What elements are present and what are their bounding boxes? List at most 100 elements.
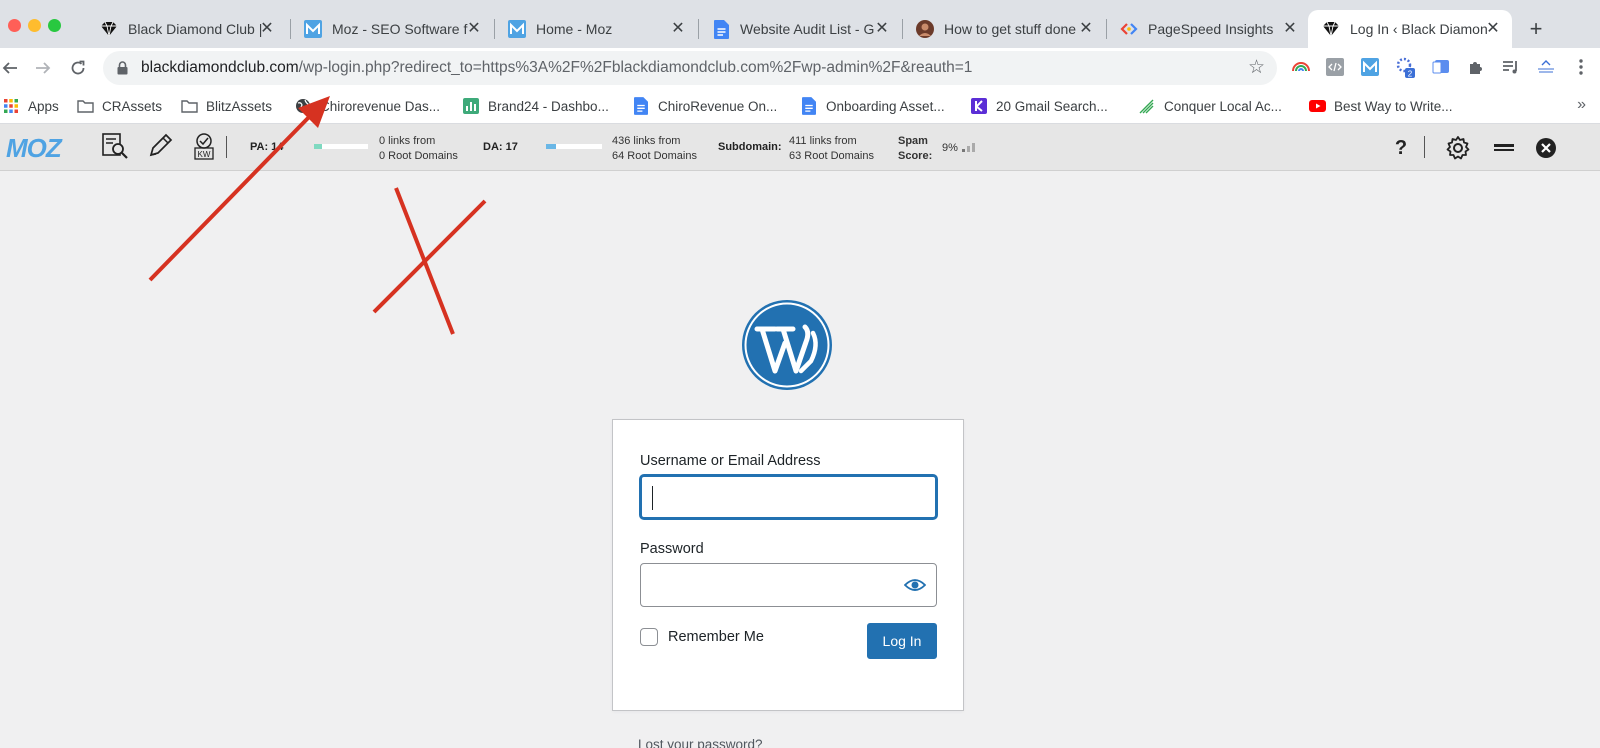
mozbar-separator (226, 136, 227, 158)
forward-button[interactable] (29, 54, 57, 82)
google-docs-icon (632, 97, 650, 115)
close-tab-icon[interactable]: ✕ (1281, 19, 1299, 39)
close-tab-icon[interactable]: ✕ (669, 19, 687, 39)
da-links-line2: 64 Root Domains (612, 150, 697, 162)
bookmark-chirorevenue-onboarding[interactable]: ChiroRevenue On... (632, 94, 777, 118)
login-form: Username or Email Address Password Remem… (612, 419, 964, 711)
tab-home-moz[interactable]: Home - Moz ✕ (494, 10, 697, 48)
username-input[interactable] (640, 475, 937, 519)
k-icon (970, 97, 988, 115)
reload-icon (71, 60, 85, 75)
apps-grid-icon (2, 97, 20, 115)
show-password-eye-icon[interactable] (904, 576, 926, 594)
url-path: /wp-login.php?redirect_to=https%3A%2F%2F… (298, 59, 973, 76)
password-input[interactable] (640, 563, 937, 607)
chrome-menu-icon[interactable] (1570, 56, 1592, 78)
subdomain-label: Subdomain: (718, 141, 782, 153)
close-window-button[interactable] (8, 19, 21, 32)
tab-moz-seo-software[interactable]: Moz - SEO Software f ✕ (290, 10, 493, 48)
gear-icon (1446, 136, 1470, 160)
bookmark-label: Apps (28, 98, 59, 114)
tab-black-diamond-club[interactable]: Black Diamond Club | ✕ (86, 10, 286, 48)
tab-log-in-black-diamond[interactable]: Log In ‹ Black Diamon ✕ (1308, 10, 1512, 48)
tab-website-audit-list[interactable]: Website Audit List - G ✕ (698, 10, 901, 48)
keyword-difficulty-button[interactable]: KW (190, 132, 218, 160)
remember-me-label: Remember Me (668, 629, 764, 645)
back-button[interactable] (0, 54, 24, 82)
tab-strip: Black Diamond Club | ✕ Moz - SEO Softwar… (0, 0, 1600, 48)
username-label: Username or Email Address (640, 453, 821, 469)
folder-icon (180, 97, 198, 115)
spam-signal-icon (962, 143, 975, 152)
media-controls-icon[interactable] (1500, 56, 1522, 78)
chirorevenue-extension-icon[interactable] (1535, 56, 1557, 78)
close-circle-icon (1536, 138, 1556, 158)
page-analysis-button[interactable] (101, 132, 129, 160)
close-tab-icon[interactable]: ✕ (873, 19, 891, 39)
url-text: blackdiamondclub.com/wp-login.php?redire… (141, 59, 972, 77)
pa-links-line1: 0 links from (379, 135, 436, 147)
bookmark-blitzassets[interactable]: BlitzAssets (180, 94, 272, 118)
bookmark-best-way-to-write[interactable]: Best Way to Write... (1308, 94, 1453, 118)
bookmarks-overflow-button[interactable]: » (1577, 96, 1586, 114)
close-tab-icon[interactable]: ✕ (1077, 19, 1095, 39)
tab-how-to-get-stuff-done[interactable]: How to get stuff done ✕ (902, 10, 1105, 48)
bookmark-label: BlitzAssets (206, 98, 273, 114)
red-cross-stroke-1 (394, 187, 455, 335)
sparkle-extension-icon[interactable]: 2 (1394, 56, 1416, 78)
bookmark-label: Chirorevenue Das... (320, 98, 441, 114)
bookmark-label: 20 Gmail Search... (996, 98, 1108, 114)
moz-extension-icon[interactable] (1359, 56, 1381, 78)
bookmark-label: Brand24 - Dashbo... (488, 98, 609, 114)
da-meter-fill (546, 144, 556, 149)
lock-icon (117, 61, 128, 75)
new-tab-button[interactable]: + (1523, 16, 1549, 42)
log-in-button[interactable]: Log In (867, 623, 937, 659)
lost-password-link[interactable]: Lost your password? (638, 737, 763, 748)
bar-chart-icon (462, 97, 480, 115)
highlight-tool-button[interactable] (146, 132, 174, 160)
close-tab-icon[interactable]: ✕ (258, 19, 276, 39)
reload-button[interactable] (64, 54, 92, 82)
password-label: Password (640, 541, 704, 557)
bookmark-label: CRAssets (102, 98, 163, 114)
zoom-window-button[interactable] (48, 19, 61, 32)
arrow-left-icon (2, 62, 17, 74)
code-viewer-extension-icon[interactable] (1324, 56, 1346, 78)
rainbow-extension-icon[interactable] (1290, 56, 1312, 78)
wordpress-logo-icon[interactable] (741, 299, 833, 391)
calendar-extension-icon[interactable] (1430, 56, 1452, 78)
bookmark-crassets[interactable]: CRAssets (76, 94, 162, 118)
settings-button[interactable] (1443, 133, 1473, 163)
close-tab-icon[interactable]: ✕ (1484, 19, 1502, 39)
red-cross-stroke-2 (372, 199, 487, 314)
puzzle-extensions-icon[interactable] (1465, 56, 1487, 78)
remember-me-checkbox[interactable] (640, 628, 658, 646)
globe-icon (294, 97, 312, 115)
spam-score-value: 9% (942, 142, 958, 154)
bookmark-brand24[interactable]: Brand24 - Dashbo... (462, 94, 609, 118)
bookmark-onboarding-assets[interactable]: Onboarding Asset... (800, 94, 945, 118)
bookmark-gmail-search[interactable]: 20 Gmail Search... (970, 94, 1108, 118)
minimize-window-button[interactable] (28, 19, 41, 32)
bookmark-chirorevenue-dashboard[interactable]: Chirorevenue Das... (294, 94, 440, 118)
pa-label: PA: 14 (250, 141, 284, 153)
da-meter (546, 144, 602, 149)
tab-pagespeed-insights[interactable]: PageSpeed Insights ✕ (1106, 10, 1309, 48)
bookmark-star-icon[interactable]: ☆ (1248, 56, 1265, 79)
growth-chart-icon (1138, 97, 1156, 115)
moz-icon (508, 20, 526, 38)
remember-me-row[interactable]: Remember Me (640, 628, 764, 646)
bookmarks-bar: Apps CRAssets BlitzAssets Chirorevenue D… (0, 88, 1600, 124)
diamond-icon (1322, 20, 1340, 38)
address-bar[interactable]: blackdiamondclub.com/wp-login.php?redire… (103, 51, 1277, 85)
close-mozbar-button[interactable] (1531, 133, 1561, 163)
help-button[interactable]: ? (1386, 133, 1416, 163)
collapse-bar-button[interactable] (1489, 133, 1519, 163)
pencil-icon (149, 133, 173, 157)
close-tab-icon[interactable]: ✕ (465, 19, 483, 39)
bookmark-apps[interactable]: Apps (2, 94, 59, 118)
bookmark-conquer-local[interactable]: Conquer Local Ac... (1138, 94, 1282, 118)
moz-logo: MOZ (6, 133, 62, 163)
pa-meter-fill (314, 144, 322, 149)
